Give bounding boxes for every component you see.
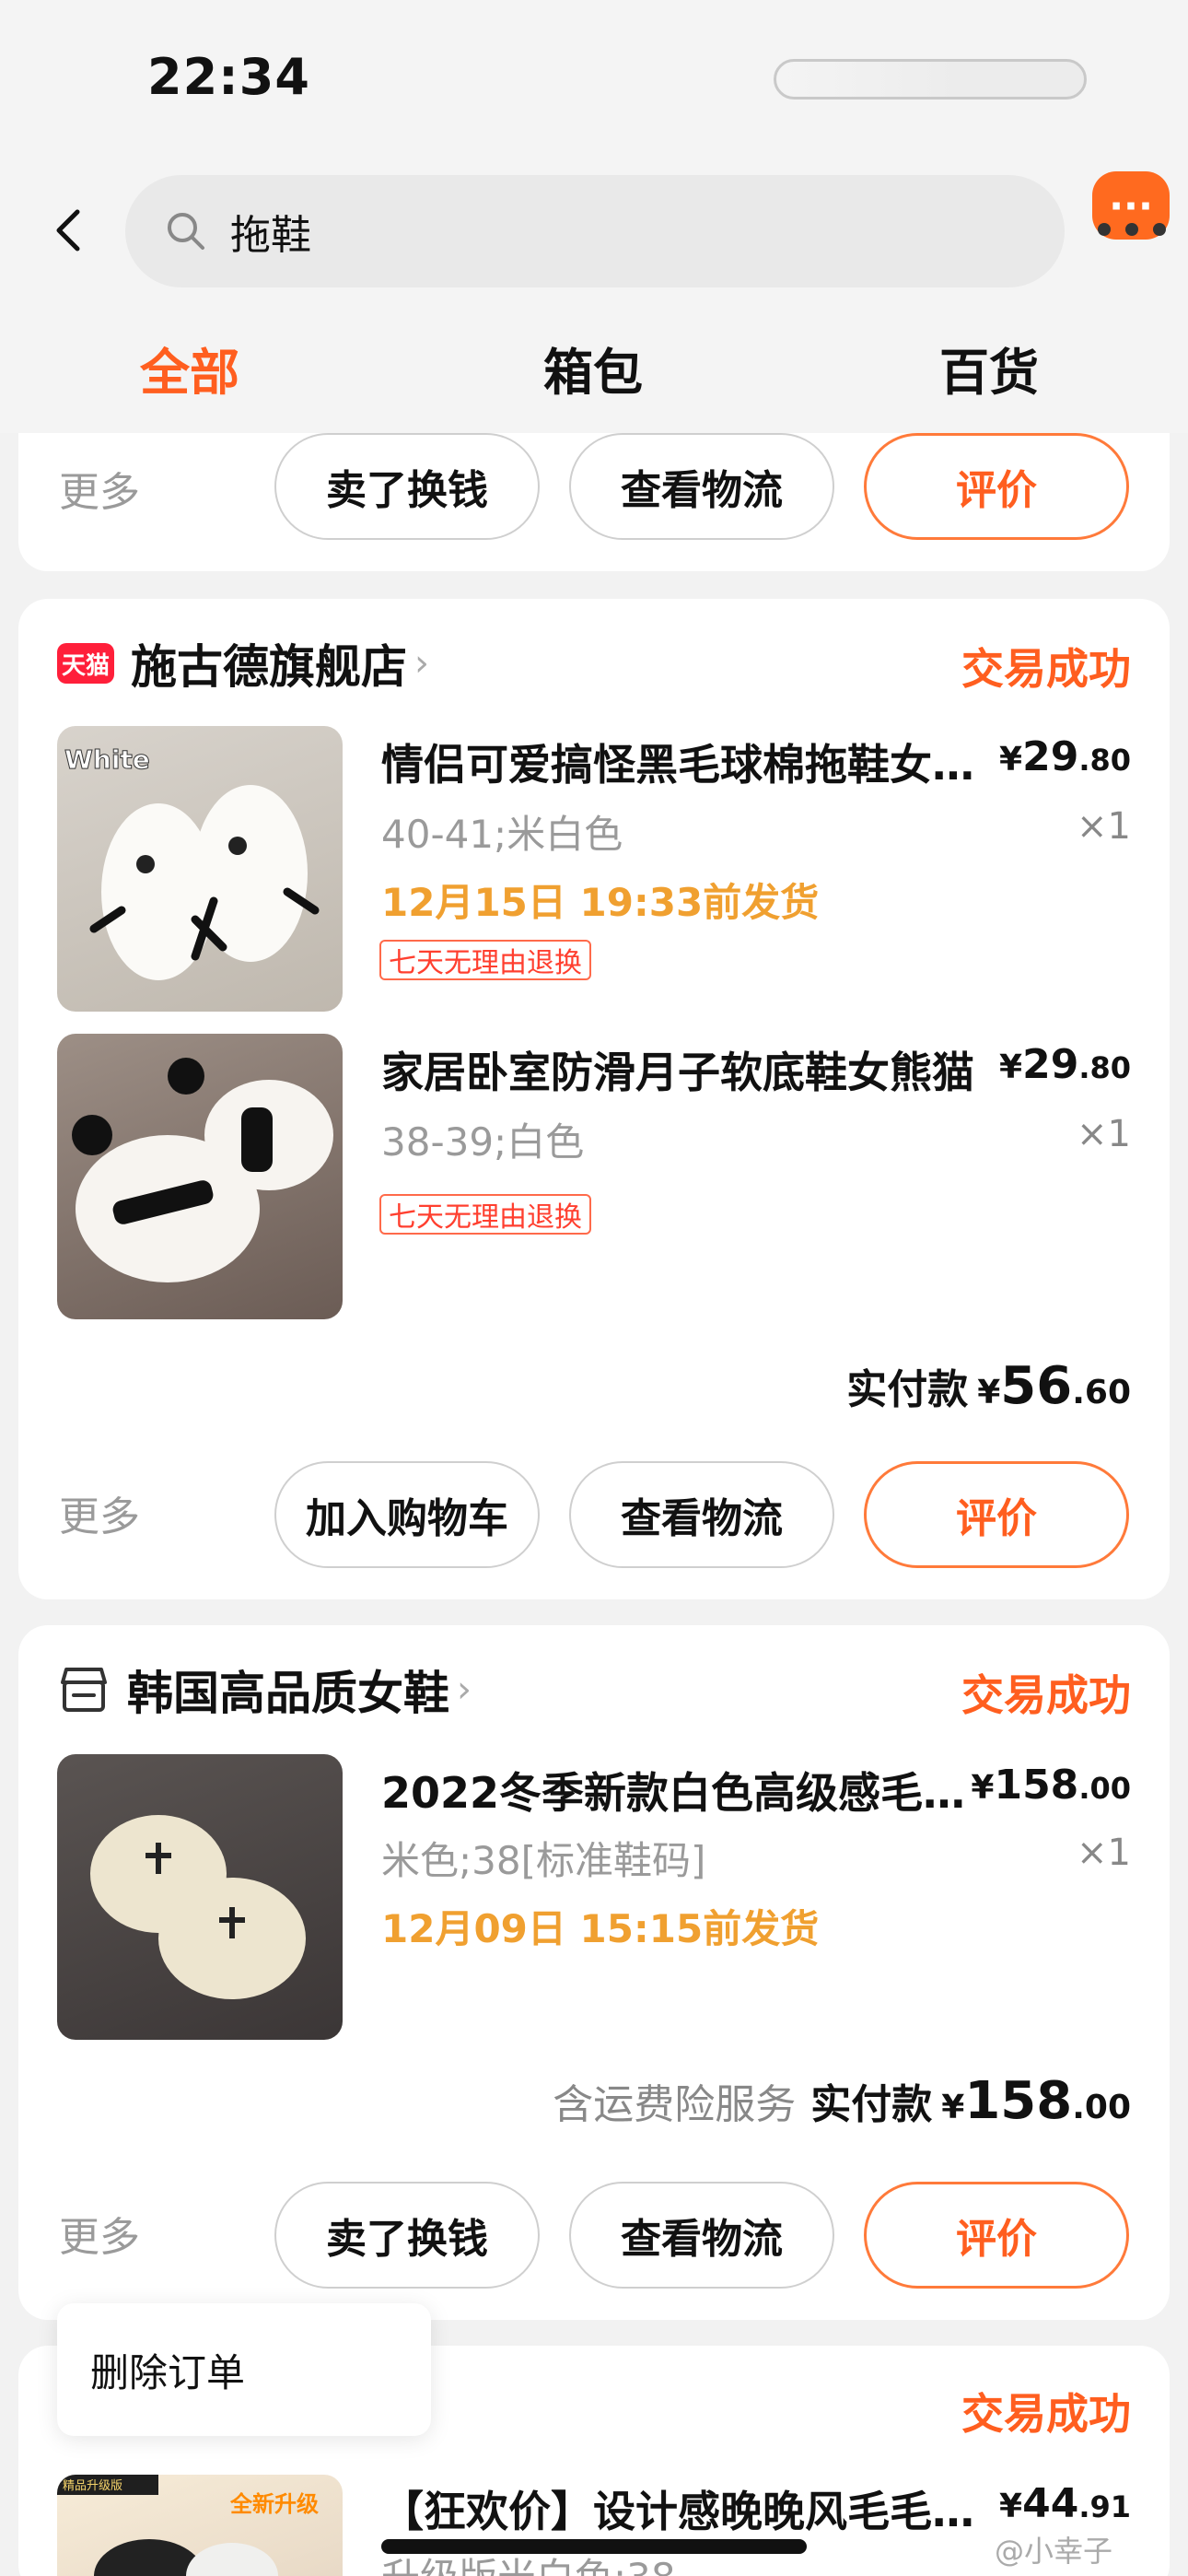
tab-bags[interactable]: 箱包 — [543, 332, 643, 404]
popup-arrow — [79, 2281, 127, 2305]
chevron-right-icon: › — [414, 642, 429, 685]
order-card: 天猫 施古德旗舰店 › 交易成功 White 情侣可爱搞怪黑毛球棉拖鞋女冬季 ¥… — [18, 599, 1170, 1599]
order-status: 交易成功 — [961, 1670, 1131, 1720]
chevron-right-icon: › — [457, 1669, 472, 1711]
product-qty: ×1 — [1077, 1113, 1131, 1155]
track-logistics-button[interactable]: 查看物流 — [569, 433, 834, 540]
product-price: ¥29.80 — [999, 1041, 1131, 1088]
product-price: ¥29.80 — [999, 733, 1131, 780]
order-total: 含运费险服务 实付款 ¥ 158 .00 — [553, 2071, 1131, 2131]
review-button[interactable]: 评价 — [864, 433, 1129, 540]
add-to-cart-button[interactable]: 加入购物车 — [274, 1461, 540, 1568]
home-indicator — [381, 2539, 807, 2554]
thumb-badge: 精品升级版 — [63, 2479, 122, 2493]
delete-order-menu-item[interactable]: 删除订单 — [57, 2303, 431, 2436]
product-title[interactable]: 情侣可爱搞怪黑毛球棉拖鞋女冬季 — [381, 732, 989, 792]
search-input[interactable]: 拖鞋 — [125, 175, 1065, 287]
product-title[interactable]: 2022冬季新款白色高级感毛毛拖鞋 — [381, 1760, 989, 1821]
more-link[interactable]: 更多 — [59, 2204, 140, 2263]
tab-all[interactable]: 全部 — [140, 332, 239, 404]
thumb-label: White — [64, 744, 150, 775]
tab-general[interactable]: 百货 — [939, 332, 1039, 404]
product-image[interactable] — [57, 1754, 343, 2040]
back-button[interactable] — [42, 205, 94, 256]
ship-deadline: 12月09日 15:15前发货 — [381, 1906, 820, 1951]
status-time: 22:34 — [147, 48, 310, 106]
ship-deadline: 12月15日 19:33前发货 — [381, 880, 820, 925]
more-link[interactable]: 更多 — [59, 1483, 140, 1542]
order-status: 交易成功 — [961, 644, 1131, 694]
slipper-image: White — [64, 744, 320, 980]
shop-header[interactable]: 韩国高品质女鞋 › — [57, 1657, 472, 1723]
tmall-icon: 天猫 — [57, 643, 114, 684]
chevron-left-icon — [56, 209, 80, 252]
product-title[interactable]: 家居卧室防滑月子软底鞋女熊猫 — [381, 1039, 989, 1100]
product-image[interactable] — [57, 1034, 343, 1319]
product-price: ¥44.91 — [999, 2480, 1131, 2527]
slipper-image — [72, 1058, 333, 1282]
status-indicators — [774, 59, 1087, 100]
product-image[interactable]: White — [57, 726, 343, 1012]
watermark: @小幸子 — [995, 2534, 1113, 2569]
insurance-label: 含运费险服务 — [553, 2081, 797, 2128]
shop-name: 韩国高品质女鞋 — [127, 1667, 449, 1720]
more-link[interactable]: 更多 — [59, 459, 140, 518]
slipper-image — [90, 1815, 306, 1999]
product-banner-image: 精品升级版 全新升级 — [57, 2475, 319, 2576]
product-qty: ×1 — [1077, 1832, 1131, 1874]
store-icon — [61, 1668, 107, 1712]
shop-header[interactable]: 天猫 施古德旗舰店 › — [57, 630, 429, 697]
order-status: 交易成功 — [961, 2389, 1131, 2439]
order-card-previous: 更多 卖了换钱 查看物流 评价 — [18, 433, 1170, 571]
return-tag: 七天无理由退换 — [379, 940, 591, 980]
search-icon — [168, 213, 204, 250]
return-tag: 七天无理由退换 — [379, 1194, 591, 1235]
review-button[interactable]: 评价 — [864, 2182, 1129, 2289]
track-logistics-button[interactable]: 查看物流 — [569, 2182, 834, 2289]
sell-button[interactable]: 卖了换钱 — [274, 2182, 540, 2289]
search-query: 拖鞋 — [230, 212, 311, 259]
shop-name: 施古德旗舰店 — [131, 640, 407, 694]
product-image[interactable]: 精品升级版 全新升级 — [57, 2475, 343, 2576]
top-bar: 22:34 拖鞋 ··· 全部 箱包 百货 — [0, 0, 1188, 433]
product-price: ¥158.00 — [971, 1762, 1131, 1809]
sell-button[interactable]: 卖了换钱 — [274, 433, 540, 540]
product-sku: 38-39;白色 — [381, 1119, 585, 1165]
thumb-label: 全新升级 — [229, 2491, 319, 2517]
track-logistics-button[interactable]: 查看物流 — [569, 1461, 834, 1568]
category-tabs: 全部 箱包 百货 — [0, 332, 1188, 415]
more-dots-icon — [1098, 223, 1166, 238]
product-sku: 米色;38[标准鞋码] — [381, 1838, 706, 1883]
product-sku: 40-41;米白色 — [381, 812, 623, 857]
order-total: 实付款 ¥ 56 .60 — [846, 1356, 1131, 1416]
order-card: 韩国高品质女鞋 › 交易成功 2022冬季新款白色高级感毛毛拖鞋 ¥158.00… — [18, 1625, 1170, 2320]
review-button[interactable]: 评价 — [864, 1461, 1129, 1568]
product-qty: ×1 — [1077, 805, 1131, 848]
product-title[interactable]: 【狂欢价】设计感晚晚风毛毛拖鞋 — [381, 2478, 989, 2539]
